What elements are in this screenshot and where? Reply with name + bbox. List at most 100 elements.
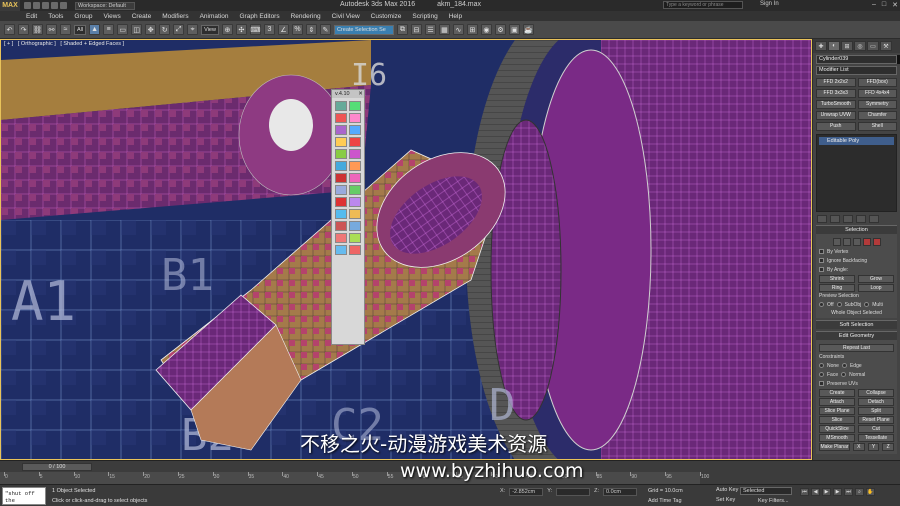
z-coordinate-field[interactable]: 0.0cm: [603, 488, 637, 496]
render-setup-icon[interactable]: ⚙: [494, 24, 506, 35]
script-tool-icon[interactable]: [335, 101, 347, 111]
script-tool-icon[interactable]: [335, 185, 347, 195]
cut-button[interactable]: Cut: [858, 424, 894, 433]
preview-off-radio[interactable]: [819, 302, 824, 307]
script-tool-icon[interactable]: [349, 173, 361, 183]
modifier-button[interactable]: FFD(box): [857, 78, 897, 87]
shrink-button[interactable]: Shrink: [819, 274, 855, 283]
key-selection-dropdown[interactable]: Selected: [740, 487, 792, 495]
close-icon[interactable]: ✕: [357, 90, 364, 98]
time-slider[interactable]: 0 / 100: [22, 463, 92, 471]
constraint-normal-radio[interactable]: [841, 372, 847, 377]
script-tool-icon[interactable]: [335, 137, 347, 147]
show-end-result-icon[interactable]: [830, 215, 840, 223]
script-tool-icon[interactable]: [335, 233, 347, 243]
viewport-view-type[interactable]: [ Orthographic ]: [18, 41, 56, 47]
collapse-button[interactable]: Collapse: [858, 388, 894, 397]
app-logo[interactable]: MAX: [0, 0, 20, 11]
tessellate-button[interactable]: Tessellate: [858, 433, 894, 442]
script-tool-icon[interactable]: [335, 113, 347, 123]
create-button[interactable]: Create: [819, 388, 855, 397]
selection-filter-dropdown[interactable]: All: [74, 24, 87, 35]
grow-button[interactable]: Grow: [858, 274, 894, 283]
modifier-button[interactable]: Unwrap UVW: [816, 111, 856, 120]
key-filters-button[interactable]: Key Filters...: [758, 498, 789, 504]
modify-tab-icon[interactable]: ◐: [828, 41, 840, 51]
constraint-none-radio[interactable]: [819, 363, 824, 368]
menu-group[interactable]: Group: [74, 13, 92, 20]
x-coordinate-field[interactable]: -2.852cm: [509, 488, 544, 496]
soft-selection-header[interactable]: Soft Selection: [816, 321, 897, 329]
y-coordinate-field[interactable]: [556, 488, 591, 496]
script-tool-icon[interactable]: [349, 233, 361, 243]
save-file-icon[interactable]: [42, 2, 49, 9]
scale-icon[interactable]: ⤢: [173, 24, 185, 35]
layer-manager-icon[interactable]: ☰: [424, 24, 436, 35]
utilities-tab-icon[interactable]: ⚒: [880, 41, 892, 51]
percent-snap-icon[interactable]: %: [291, 24, 303, 35]
msmooth-button[interactable]: MSmooth: [819, 433, 855, 442]
curve-editor-icon[interactable]: ∿: [452, 24, 464, 35]
script-tool-icon[interactable]: [349, 161, 361, 171]
floating-script-toolbar[interactable]: v.4.10 ✕: [331, 89, 365, 345]
rendered-frame-icon[interactable]: ▣: [508, 24, 520, 35]
menu-rendering[interactable]: Rendering: [291, 13, 321, 20]
slice-button[interactable]: Slice: [819, 415, 855, 424]
edit-geometry-header[interactable]: Edit Geometry: [816, 332, 897, 340]
viewport-shading-mode[interactable]: [ Shaded + Edged Faces ]: [60, 41, 124, 47]
play-icon[interactable]: ▶: [822, 488, 831, 496]
border-level-icon[interactable]: [852, 238, 861, 246]
edge-level-icon[interactable]: [842, 238, 851, 246]
script-tool-icon[interactable]: [349, 209, 361, 219]
signin-link[interactable]: Sign In: [760, 1, 779, 7]
undo-icon[interactable]: ↶: [4, 24, 15, 35]
unlink-icon[interactable]: ⚯: [46, 24, 57, 35]
pin-stack-icon[interactable]: [817, 215, 827, 223]
bind-spacewarp-icon[interactable]: ≈: [60, 24, 71, 35]
menu-civil-view[interactable]: Civil View: [332, 13, 360, 20]
script-tool-icon[interactable]: [349, 137, 361, 147]
go-to-end-icon[interactable]: ⏭: [844, 488, 853, 496]
modifier-button[interactable]: Chamfer: [857, 111, 897, 120]
floating-toolbar-header[interactable]: v.4.10 ✕: [332, 90, 364, 98]
modifier-button[interactable]: Symmetry: [857, 100, 897, 109]
set-key-button[interactable]: Set Key: [716, 497, 735, 503]
pivot-center-icon[interactable]: ⊕: [221, 24, 233, 35]
script-tool-icon[interactable]: [335, 245, 347, 255]
object-name-field[interactable]: Cylinder039: [816, 55, 900, 64]
select-manipulate-icon[interactable]: ✣: [235, 24, 247, 35]
selection-rollout-header[interactable]: Selection: [816, 226, 897, 234]
workspace-dropdown[interactable]: Workspace: Default: [75, 1, 135, 10]
open-file-icon[interactable]: [33, 2, 40, 9]
configure-sets-icon[interactable]: [869, 215, 879, 223]
polygon-level-icon[interactable]: [862, 238, 871, 246]
script-tool-icon[interactable]: [335, 173, 347, 183]
by-angle-checkbox[interactable]: [819, 267, 824, 272]
modifier-list-dropdown[interactable]: Modifier List: [816, 66, 897, 75]
redo-icon[interactable]: [60, 2, 67, 9]
script-tool-icon[interactable]: [335, 161, 347, 171]
graphite-toggle-icon[interactable]: ▦: [438, 24, 450, 35]
add-time-tag[interactable]: Add Time Tag: [648, 498, 682, 504]
motion-tab-icon[interactable]: ◎: [854, 41, 866, 51]
slice-plane-button[interactable]: Slice Plane: [819, 406, 855, 415]
reset-plane-button[interactable]: Reset Plane: [858, 415, 894, 424]
display-tab-icon[interactable]: ▭: [867, 41, 879, 51]
vertex-level-icon[interactable]: [832, 238, 841, 246]
preserve-uvs-checkbox[interactable]: [819, 381, 824, 386]
modifier-button[interactable]: FFD 4x4x4: [857, 89, 897, 98]
maximize-icon[interactable]: □: [882, 1, 886, 9]
maxscript-listener[interactable]: "shut off the: [2, 487, 46, 505]
constraint-edge-radio[interactable]: [841, 363, 847, 368]
script-tool-icon[interactable]: [335, 149, 347, 159]
rotate-icon[interactable]: ↻: [159, 24, 171, 35]
named-selection-dropdown[interactable]: Create Selection Se: [333, 24, 394, 35]
preview-multi-radio[interactable]: [864, 302, 870, 307]
link-icon[interactable]: ⛓: [32, 24, 43, 35]
render-production-icon[interactable]: ☕: [522, 24, 534, 35]
planar-z-button[interactable]: Z: [882, 442, 895, 451]
menu-edit[interactable]: Edit: [26, 13, 37, 20]
zoom-icon[interactable]: ⌕: [855, 488, 864, 496]
undo-icon[interactable]: [51, 2, 58, 9]
select-by-name-icon[interactable]: ≡: [103, 24, 115, 35]
